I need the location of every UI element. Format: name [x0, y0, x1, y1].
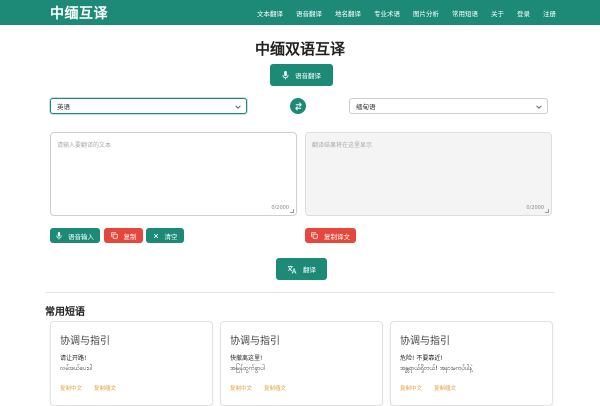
- nav-voice-translate[interactable]: 语音翻译: [296, 8, 322, 18]
- phrase-card-title: 协调与指引: [60, 336, 110, 347]
- clear-label: 清空: [164, 232, 178, 241]
- translation-char-counter: 0/2000: [526, 205, 544, 211]
- swap-languages-button[interactable]: [290, 98, 306, 114]
- phrase-card-actions: 复制中文 复制缅文: [60, 384, 116, 392]
- nav-about[interactable]: 关于: [491, 8, 504, 18]
- nav-links: 文本翻译 语音翻译 地名翻译 专业术语 图片分析 常用短语 关于 登录 注册: [257, 0, 556, 25]
- page-title: 中缅双语互译: [254, 40, 345, 58]
- copy-icon: [110, 232, 118, 239]
- copy-source-label: 复制: [123, 232, 137, 241]
- translate-button[interactable]: 翻译: [276, 258, 327, 280]
- copy-source-button[interactable]: 复制: [104, 228, 143, 243]
- phrase-card: 协调与指引 快撤离这里! အမြန်ထွက်ခွာပါ 复制中文 复制缅文: [220, 321, 383, 406]
- translate-label: 翻译: [303, 266, 316, 274]
- copy-chinese-link[interactable]: 复制中文: [230, 384, 252, 392]
- voice-input-label: 语音输入: [68, 232, 94, 241]
- source-language-select[interactable]: 英语: [50, 98, 247, 114]
- phrase-myanmar-text: အန္တရာယ်ရှိတယ်! အနားမကပ်ပါနဲ့: [400, 365, 473, 372]
- source-text-placeholder: 请输入要翻译的文本: [57, 142, 112, 149]
- phrase-myanmar-text: လမ်းဖယ်ပေးပါ: [60, 365, 93, 372]
- source-language-value: 英语: [57, 103, 70, 111]
- phrase-chinese-text: 快撤离这里!: [230, 355, 263, 362]
- source-text-input[interactable]: 请输入要翻译的文本 0/2000: [50, 132, 297, 216]
- chevron-down-icon: [235, 105, 241, 109]
- voice-input-button[interactable]: 语音输入: [50, 228, 100, 243]
- resize-handle[interactable]: [545, 209, 549, 213]
- voice-translate-button[interactable]: 语音翻译: [270, 64, 333, 86]
- chevron-down-icon: [536, 105, 542, 109]
- voice-translate-label: 语音翻译: [295, 72, 321, 80]
- source-char-counter: 0/2000: [271, 205, 289, 211]
- phrase-card-actions: 复制中文 复制缅文: [230, 384, 286, 392]
- target-language-value: 缅甸语: [356, 103, 376, 111]
- close-icon: [153, 233, 158, 238]
- copy-myanmar-link[interactable]: 复制缅文: [94, 384, 116, 392]
- microphone-icon: [282, 70, 289, 79]
- nav-text-translate[interactable]: 文本翻译: [257, 8, 283, 18]
- microphone-icon: [56, 231, 62, 239]
- copy-translation-button[interactable]: 复制译文: [305, 228, 356, 243]
- section-divider: [45, 292, 555, 293]
- nav-terms[interactable]: 专业术语: [374, 8, 400, 18]
- copy-myanmar-link[interactable]: 复制缅文: [434, 384, 456, 392]
- copy-translation-label: 复制译文: [324, 232, 350, 241]
- nav-image-analysis[interactable]: 图片分析: [413, 8, 439, 18]
- swap-icon: [294, 102, 302, 110]
- navbar: 中缅互译 文本翻译 语音翻译 地名翻译 专业术语 图片分析 常用短语 关于 登录…: [0, 0, 600, 25]
- brand-logo-text[interactable]: 中缅互译: [50, 3, 108, 23]
- phrase-card-actions: 复制中文 复制缅文: [400, 384, 456, 392]
- copy-chinese-link[interactable]: 复制中文: [60, 384, 82, 392]
- phrase-card: 协调与指引 请让开路! လမ်းဖယ်ပေးပါ 复制中文 复制缅文: [50, 321, 213, 406]
- copy-icon: [311, 232, 318, 239]
- phrase-card-title: 协调与指引: [400, 336, 450, 347]
- phrase-card: 协调与指引 危险! 不要靠近! အန္တရာယ်ရှိတယ်! အနားမကပ်…: [390, 321, 553, 406]
- phrase-myanmar-text: အမြန်ထွက်ခွာပါ: [230, 365, 266, 372]
- nav-phrases[interactable]: 常用短语: [452, 8, 478, 18]
- translation-output-box: 翻译结果将在这里显示 0/2000: [305, 132, 552, 216]
- copy-myanmar-link[interactable]: 复制缅文: [264, 384, 286, 392]
- nav-place-translate[interactable]: 地名翻译: [335, 8, 361, 18]
- translation-placeholder: 翻译结果将在这里显示: [312, 142, 373, 149]
- clear-button[interactable]: 清空: [146, 228, 184, 243]
- phrase-chinese-text: 请让开路!: [60, 355, 87, 362]
- nav-login[interactable]: 登录: [517, 8, 530, 18]
- copy-chinese-link[interactable]: 复制中文: [400, 384, 422, 392]
- target-language-select[interactable]: 缅甸语: [349, 98, 548, 114]
- phrase-chinese-text: 危险! 不要靠近!: [400, 355, 443, 362]
- nav-register[interactable]: 注册: [543, 8, 556, 18]
- resize-handle[interactable]: [290, 209, 294, 213]
- translate-icon: [287, 265, 297, 274]
- phrases-section-title: 常用短语: [45, 307, 85, 318]
- phrase-card-title: 协调与指引: [230, 336, 280, 347]
